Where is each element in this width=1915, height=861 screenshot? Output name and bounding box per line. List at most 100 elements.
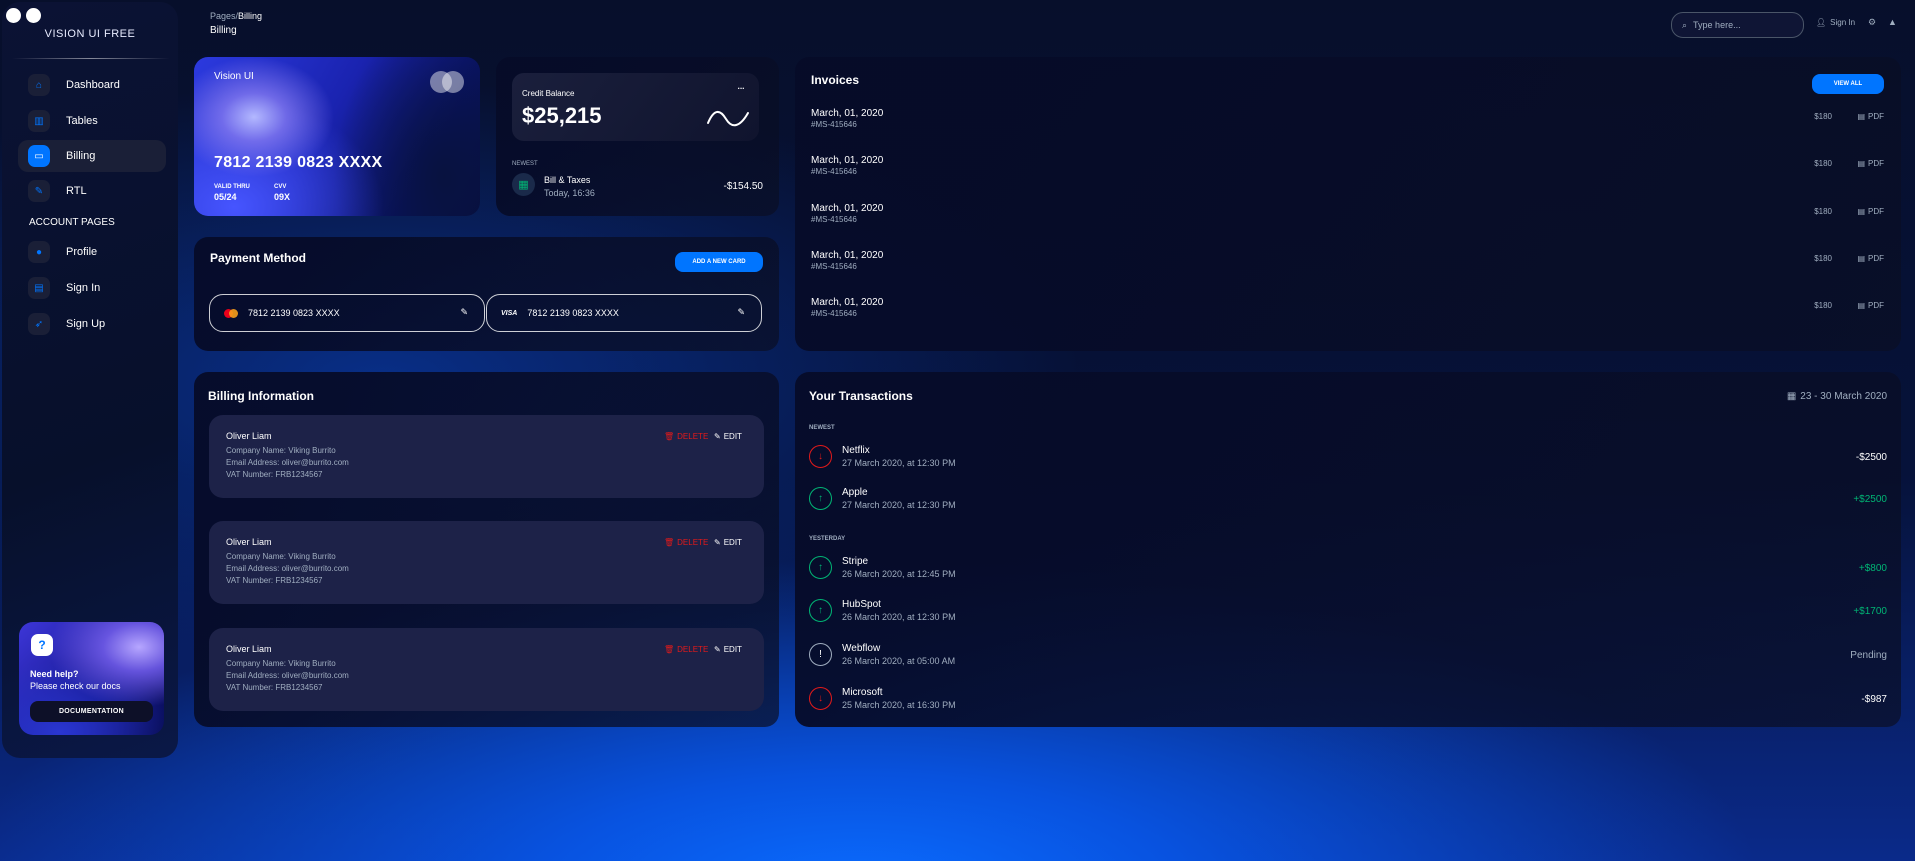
- payment-card-mastercard[interactable]: 7812 2139 0823 XXXX ✎: [209, 294, 485, 332]
- transaction-row: ↑ HubSpot 26 March 2020, at 12:30 PM +$1…: [809, 597, 1887, 625]
- invoice-date: March, 01, 2020: [811, 155, 884, 166]
- transaction-amount: Pending: [1850, 650, 1887, 661]
- sidebar-item-dashboard[interactable]: ⌂ Dashboard: [18, 69, 166, 101]
- window-dot[interactable]: [26, 8, 41, 23]
- trash-icon: 🗑︎: [664, 538, 675, 547]
- billing-information-title: Billing Information: [208, 389, 314, 403]
- edit-label: EDIT: [723, 432, 742, 441]
- edit-button[interactable]: ✎ EDIT: [714, 432, 742, 441]
- transaction-name: Microsoft: [842, 687, 883, 698]
- invoice-pdf-button[interactable]: ▤ PDF: [1857, 207, 1884, 216]
- billing-email: Email Address: oliver@burrito.com: [226, 671, 349, 680]
- invoice-price: $180: [1814, 159, 1832, 168]
- invoice-pdf-button[interactable]: ▤ PDF: [1857, 159, 1884, 168]
- pencil-icon[interactable]: ✎: [460, 307, 468, 318]
- credit-balance-card: Credit Balance $25,215 ... NEWEST ▦ Bill…: [496, 57, 779, 216]
- transaction-amount: +$800: [1858, 563, 1887, 574]
- rocket-icon: ➶: [28, 313, 50, 335]
- delete-label: DELETE: [677, 538, 709, 547]
- window-dot[interactable]: [6, 8, 21, 23]
- invoice-row: March, 01, 2020 #MS-415646 $180 ▤ PDF: [811, 203, 1884, 227]
- invoice-row: March, 01, 2020 #MS-415646 $180 ▤ PDF: [811, 250, 1884, 274]
- home-icon: ⌂: [28, 74, 50, 96]
- invoice-id: #MS-415646: [811, 215, 857, 224]
- chart-icon: ▥: [28, 110, 50, 132]
- sidebar-item-sign-up[interactable]: ➶ Sign Up: [18, 308, 166, 340]
- document-icon: ▤: [28, 277, 50, 299]
- invoice-id: #MS-415646: [811, 167, 857, 176]
- person-icon: 👤︎: [1816, 18, 1827, 27]
- help-subtitle: Please check our docs: [30, 681, 121, 691]
- sidebar-item-billing[interactable]: ▭ Billing: [18, 140, 166, 172]
- transaction-row: ↓ Netflix 27 March 2020, at 12:30 PM -$2…: [809, 443, 1887, 471]
- sidebar-item-profile[interactable]: ● Profile: [18, 236, 166, 268]
- invoice-pdf-button[interactable]: ▤ PDF: [1857, 254, 1884, 263]
- delete-button[interactable]: 🗑︎ DELETE: [664, 645, 708, 654]
- transaction-name: Webflow: [842, 643, 881, 654]
- documentation-button[interactable]: DOCUMENTATION: [30, 701, 153, 722]
- cvv-label: CVV: [274, 184, 287, 190]
- valid-thru-label: VALID THRU: [214, 184, 250, 190]
- transaction-time: 27 March 2020, at 12:30 PM: [842, 500, 956, 510]
- invoices-title: Invoices: [811, 73, 860, 87]
- help-title: Need help?: [30, 669, 79, 679]
- transaction-time: 26 March 2020, at 12:30 PM: [842, 612, 956, 622]
- invoice-pdf-button[interactable]: ▤ PDF: [1857, 112, 1884, 121]
- more-options-button[interactable]: ...: [737, 78, 745, 92]
- bell-icon[interactable]: ▲: [1888, 17, 1897, 27]
- invoices-card: Invoices VIEW ALL March, 01, 2020 #MS-41…: [795, 57, 1901, 351]
- sidebar-item-tables[interactable]: ▥ Tables: [18, 105, 166, 137]
- arrow-up-icon: ↑: [809, 599, 832, 622]
- transaction-name: Stripe: [842, 556, 869, 567]
- invoice-row: March, 01, 2020 #MS-415646 $180 ▤ PDF: [811, 108, 1884, 132]
- invoice-date: March, 01, 2020: [811, 250, 884, 261]
- billing-name: Oliver Liam: [226, 644, 272, 654]
- transaction-row: ! Webflow 26 March 2020, at 05:00 AM Pen…: [809, 641, 1887, 669]
- search-box: ⌕: [1671, 12, 1804, 38]
- date-range: ▦ 23 - 30 March 2020: [1787, 391, 1887, 402]
- transaction-amount: -$2500: [1855, 452, 1887, 463]
- sidebar-item-label: Dashboard: [66, 79, 120, 91]
- trash-icon: 🗑︎: [664, 645, 675, 654]
- billing-item: Oliver Liam Company Name: Viking Burrito…: [209, 415, 764, 498]
- transaction-amount: -$987: [1861, 694, 1887, 705]
- invoice-pdf-button[interactable]: ▤ PDF: [1857, 301, 1884, 310]
- billing-name: Oliver Liam: [226, 431, 272, 441]
- invoice-date: March, 01, 2020: [811, 203, 884, 214]
- search-input[interactable]: [1693, 20, 1794, 30]
- invoice-price: $180: [1814, 254, 1832, 263]
- newest-label: NEWEST: [512, 161, 538, 167]
- delete-button[interactable]: 🗑︎ DELETE: [664, 538, 708, 547]
- billing-item: Oliver Liam Company Name: Viking Burrito…: [209, 628, 764, 711]
- gear-icon[interactable]: ⚙: [1868, 17, 1876, 28]
- sidebar-item-rtl[interactable]: ✎ RTL: [18, 175, 166, 207]
- payment-card-visa[interactable]: VISA 7812 2139 0823 XXXX ✎: [486, 294, 762, 332]
- page-title: Billing: [210, 25, 237, 36]
- delete-button[interactable]: 🗑︎ DELETE: [664, 432, 708, 441]
- bill-amount: -$154.50: [723, 181, 763, 192]
- payment-card-number: 7812 2139 0823 XXXX: [527, 308, 619, 318]
- credit-card-icon: ▭: [28, 145, 50, 167]
- transactions-card: Your Transactions ▦ 23 - 30 March 2020 N…: [795, 372, 1901, 727]
- brand-divider: [12, 58, 170, 59]
- billing-item: Oliver Liam Company Name: Viking Burrito…: [209, 521, 764, 604]
- credit-balance-label: Credit Balance: [522, 89, 575, 98]
- add-new-card-button[interactable]: ADD A NEW CARD: [675, 252, 763, 272]
- pencil-icon[interactable]: ✎: [737, 307, 745, 318]
- sign-in-link[interactable]: 👤︎ Sign In: [1816, 18, 1855, 27]
- invoice-row: March, 01, 2020 #MS-415646 $180 ▤ PDF: [811, 297, 1884, 321]
- invoice-date: March, 01, 2020: [811, 297, 884, 308]
- search-icon: ⌕: [1682, 19, 1688, 30]
- invoice-date: March, 01, 2020: [811, 108, 884, 119]
- delete-label: DELETE: [677, 645, 709, 654]
- view-all-button[interactable]: VIEW ALL: [1812, 74, 1884, 94]
- billing-company: Company Name: Viking Burrito: [226, 446, 336, 455]
- sidebar-item-label: Tables: [66, 115, 98, 127]
- sidebar-item-sign-in[interactable]: ▤ Sign In: [18, 272, 166, 304]
- transaction-amount: +$1700: [1853, 606, 1887, 617]
- billing-name: Oliver Liam: [226, 537, 272, 547]
- edit-button[interactable]: ✎ EDIT: [714, 538, 742, 547]
- breadcrumb-root[interactable]: Pages: [210, 11, 236, 21]
- billing-email: Email Address: oliver@burrito.com: [226, 564, 349, 573]
- edit-button[interactable]: ✎ EDIT: [714, 645, 742, 654]
